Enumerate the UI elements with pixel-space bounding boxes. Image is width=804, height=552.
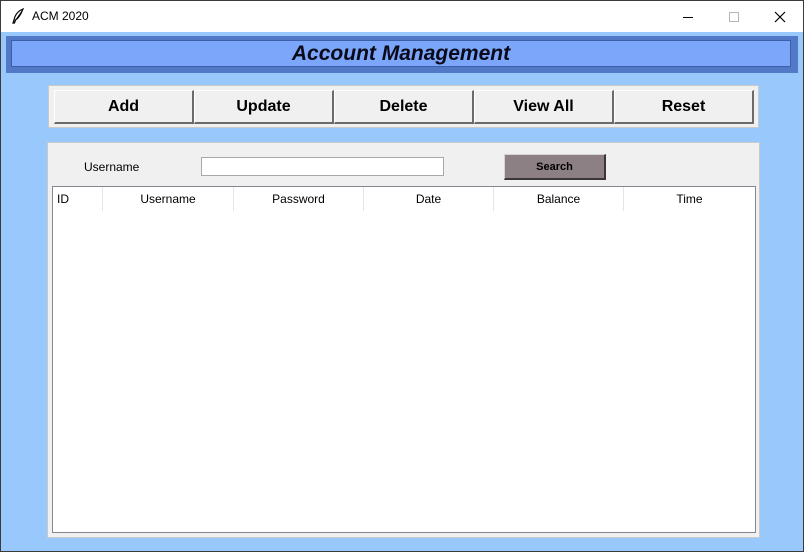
- close-button[interactable]: [757, 1, 803, 32]
- minimize-icon: [683, 16, 693, 18]
- column-header-balance[interactable]: Balance: [494, 187, 624, 211]
- table-header: ID Username Password Date Balance Time: [53, 187, 755, 211]
- action-toolbar: Add Update Delete View All Reset: [48, 85, 759, 128]
- title-bar[interactable]: ACM 2020: [1, 1, 803, 32]
- delete-button[interactable]: Delete: [334, 90, 474, 124]
- accounts-table[interactable]: ID Username Password Date Balance Time: [52, 186, 756, 533]
- username-search-input[interactable]: [201, 157, 444, 176]
- window-title: ACM 2020: [32, 9, 89, 23]
- page-title: Account Management: [291, 41, 511, 65]
- column-header-id[interactable]: ID: [53, 187, 103, 211]
- view-all-button[interactable]: View All: [474, 90, 614, 124]
- header-banner-inner: Account Management: [11, 40, 791, 67]
- maximize-icon: [729, 11, 739, 22]
- search-button[interactable]: Search: [504, 154, 606, 180]
- reset-button[interactable]: Reset: [614, 90, 754, 124]
- update-button[interactable]: Update: [194, 90, 334, 124]
- maximize-button[interactable]: [711, 1, 757, 32]
- minimize-button[interactable]: [665, 1, 711, 32]
- header-banner: Account Management: [6, 36, 798, 73]
- column-header-password[interactable]: Password: [234, 187, 364, 211]
- close-icon: [774, 11, 786, 22]
- feather-icon: [11, 7, 25, 24]
- column-header-time[interactable]: Time: [624, 187, 755, 211]
- username-label: Username: [84, 160, 140, 174]
- add-button[interactable]: Add: [54, 90, 194, 124]
- column-header-date[interactable]: Date: [364, 187, 494, 211]
- records-panel: Username Search ID Username Password Dat…: [47, 142, 760, 538]
- app-window: ACM 2020 Account Management Add Update D…: [0, 0, 804, 552]
- column-header-username[interactable]: Username: [103, 187, 234, 211]
